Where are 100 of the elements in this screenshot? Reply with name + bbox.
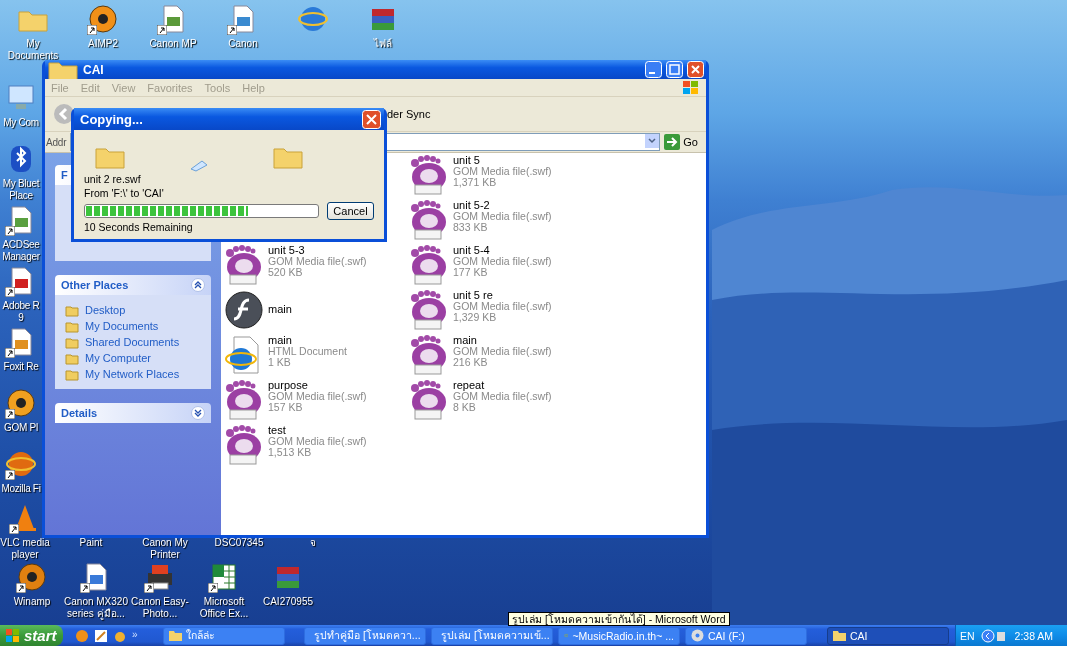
folder-sync-button[interactable]: der Sync — [387, 108, 431, 120]
tooltip: รูปเล่ม [โหมดความเข้ากันได้] - Microsoft Word — [508, 612, 730, 626]
taskbar-button[interactable]: ใกล้ล่ะ — [163, 626, 285, 645]
address-label: Addr — [46, 136, 67, 148]
file-name[interactable]: main — [268, 303, 292, 315]
desktop-icon-label[interactable]: Winamp — [13, 596, 51, 608]
desktop-icon-label[interactable]: GOM Pl — [4, 422, 38, 434]
taskbar-button[interactable]: ~MusicRadio.in.th~ ... — [558, 626, 680, 645]
file-size: 8 KB — [453, 402, 477, 413]
file-size: 1,329 KB — [453, 312, 498, 323]
folder-icon — [169, 629, 182, 642]
folder-icon — [65, 335, 79, 349]
folder-icon — [833, 629, 846, 642]
chevron-icon[interactable] — [191, 406, 205, 420]
maximize-button[interactable] — [666, 61, 683, 78]
file-name[interactable]: main — [268, 335, 347, 346]
disc-icon — [16, 561, 48, 593]
flash-icon — [224, 290, 264, 330]
place-link[interactable]: My Network Places — [65, 367, 203, 381]
task-box-title: F — [61, 169, 68, 181]
desktop-icon-label[interactable]: My Bluet Place — [2, 178, 40, 202]
flying-paper-icon — [190, 160, 208, 172]
taskbar-button[interactable]: CAI (F:) — [685, 626, 807, 645]
taskbar-button[interactable]: รูปเล่ม [โหมดความเข้... — [431, 626, 553, 645]
file-size: 1,371 KB — [453, 177, 498, 188]
file-name: unit 2 re.swf — [84, 172, 142, 186]
document-icon[interactable] — [94, 628, 108, 643]
file-name[interactable]: main — [453, 335, 552, 346]
desktop-icon-label[interactable]: จ — [280, 537, 346, 549]
folder-icon — [65, 367, 79, 381]
file-type: GOM Media file(.swf) — [453, 211, 552, 222]
file-name[interactable]: unit 5-2 — [453, 200, 552, 211]
place-link[interactable]: Shared Documents — [65, 335, 203, 349]
desktop-icon-label[interactable]: Paint — [58, 537, 124, 549]
folder-icon — [65, 303, 79, 317]
desktop-icon-label[interactable]: Canon Easy-Photo... — [128, 596, 192, 620]
copy-route: From 'F:\' to 'CAI' — [84, 186, 165, 200]
disc-icon — [87, 3, 119, 35]
file-type: GOM Media file(.swf) — [453, 256, 552, 267]
language-indicator[interactable]: EN — [960, 629, 975, 642]
file-name[interactable]: test — [268, 425, 367, 436]
time-remaining: 10 Seconds Remaining — [84, 220, 194, 234]
file-type: GOM Media file(.swf) — [268, 256, 367, 267]
task-box-title: Details — [61, 407, 98, 419]
desktop-icon-label[interactable]: VLC media player — [0, 537, 50, 561]
disc-icon[interactable] — [75, 628, 89, 643]
file-size: 1 KB — [268, 357, 292, 368]
start-button[interactable]: start — [0, 625, 63, 646]
desktop-icon-label[interactable]: CAI270955 — [262, 596, 313, 608]
taskbar-button[interactable]: CAI — [827, 626, 949, 645]
chevron-icon[interactable] — [191, 278, 205, 292]
place-link[interactable]: My Documents — [65, 319, 203, 333]
file-name[interactable]: unit 5-4 — [453, 245, 552, 256]
desktop-icon-label[interactable]: Canon My Printer — [132, 537, 198, 561]
windows-flag-icon — [682, 80, 700, 95]
close-button[interactable] — [362, 109, 381, 129]
desktop-icon-label[interactable]: DSC07345 — [206, 537, 272, 549]
swf-file-icon — [409, 290, 449, 330]
more-button[interactable]: » — [132, 628, 138, 640]
taskbar-button[interactable]: รูปทำคู่มือ [โหมดควา... — [304, 626, 426, 645]
file-type: GOM Media file(.swf) — [453, 301, 552, 312]
file-name[interactable]: purpose — [268, 380, 367, 391]
task-box-header[interactable]: Other Places — [55, 275, 211, 295]
file-name[interactable]: repeat — [453, 380, 552, 391]
swf-file-icon — [409, 200, 449, 240]
task-box-header[interactable]: Details — [55, 403, 211, 423]
minimize-button[interactable] — [645, 61, 662, 78]
clock: 2:38 AM — [1014, 629, 1054, 642]
file-type: GOM Media file(.swf) — [268, 391, 367, 402]
task-box-title: Other Places — [61, 279, 129, 291]
desktop-icon-label[interactable]: Adobe R 9 — [2, 300, 40, 324]
disc-icon — [691, 629, 704, 642]
file-size: 833 KB — [453, 222, 489, 233]
file-name[interactable]: unit 5-3 — [268, 245, 367, 256]
file-size: 216 KB — [453, 357, 489, 368]
close-button[interactable] — [687, 61, 704, 78]
swf-file-icon — [409, 335, 449, 375]
dialog-title: Copying... — [80, 111, 143, 127]
place-link[interactable]: Desktop — [65, 303, 203, 317]
file-size: 177 KB — [453, 267, 489, 278]
swf-file-icon — [409, 380, 449, 420]
desktop-icon-label[interactable]: ACDSee Manager — [2, 239, 40, 263]
swf-file-icon — [224, 425, 264, 465]
disc-icon — [5, 387, 37, 419]
file-type: GOM Media file(.swf) — [453, 391, 552, 402]
file-type: GOM Media file(.swf) — [268, 436, 367, 447]
file-name[interactable]: unit 5 — [453, 155, 552, 166]
folder-icon — [65, 351, 79, 365]
file-name[interactable]: unit 5 re — [453, 290, 552, 301]
swf-file-icon — [409, 245, 449, 285]
desktop-icon-label[interactable]: Mozilla Fi — [1, 483, 41, 495]
swf-file-icon — [224, 245, 264, 285]
file-type: GOM Media file(.swf) — [453, 166, 552, 177]
desktop-icon-label[interactable]: Foxit Re — [3, 361, 39, 373]
place-link[interactable]: My Computer — [65, 351, 203, 365]
file-size: 520 KB — [268, 267, 304, 278]
go-button[interactable]: Go — [664, 134, 702, 150]
cancel-button[interactable]: Cancel — [327, 202, 374, 220]
desktop-icon-label[interactable]: Microsoft Office Ex... — [192, 596, 256, 620]
desktop-icon-label[interactable]: Canon MX320 series คู่มือ... — [64, 596, 128, 620]
